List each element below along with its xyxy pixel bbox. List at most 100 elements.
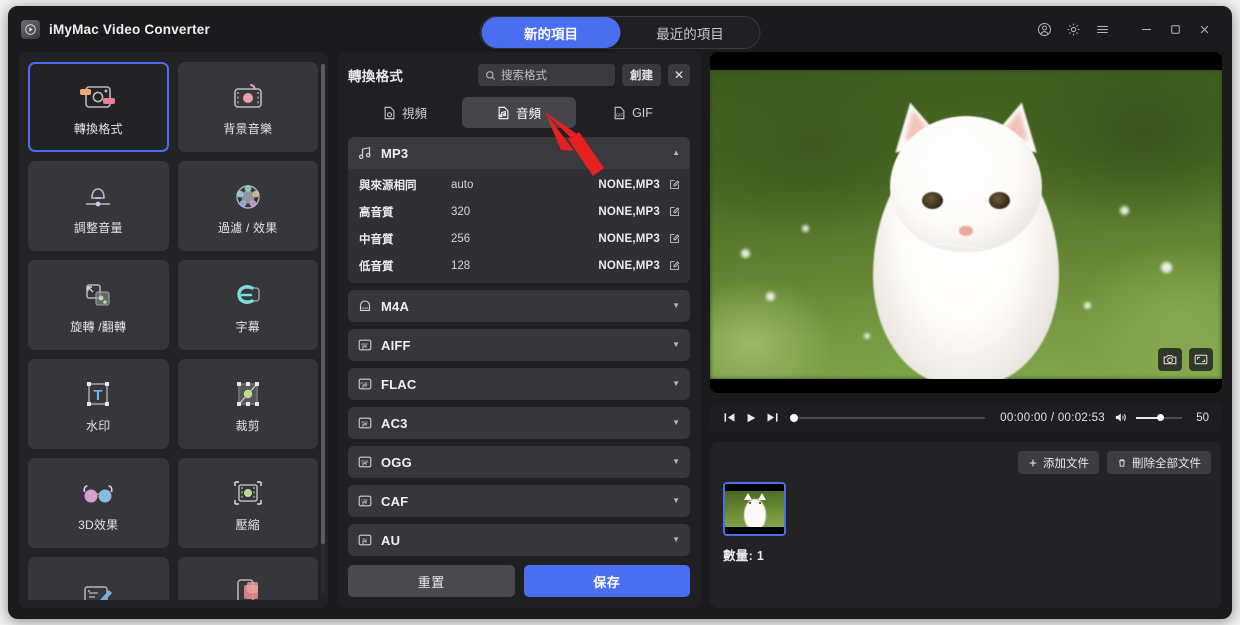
format-name: MP3 — [381, 145, 409, 161]
convert-format-icon — [78, 77, 118, 113]
format-header-ac3[interactable]: AC3 AC3 ▼ — [348, 407, 690, 439]
thumbnail-cat — [743, 499, 766, 527]
sidebar-item-label: 3D效果 — [78, 518, 119, 532]
maximize-icon[interactable] — [1162, 16, 1189, 43]
sidebar-item-label: 壓縮 — [235, 518, 260, 532]
menu-icon[interactable] — [1089, 16, 1116, 43]
sidebar-item-3d-effect[interactable]: 3D效果 — [28, 458, 169, 548]
quality-label: 中音質 — [359, 233, 394, 246]
codec-value: NONE,MP3 — [598, 178, 660, 191]
edit-icon[interactable] — [660, 260, 680, 271]
account-icon[interactable] — [1031, 16, 1058, 43]
tab-gif[interactable]: GIF GIF — [576, 97, 690, 128]
chevron-down-icon[interactable]: ▼ — [672, 536, 680, 544]
format-row[interactable]: 高音質 320 NONE,MP3 — [348, 198, 690, 225]
volume-icon[interactable] — [1114, 411, 1127, 424]
tab-recent-project[interactable]: 最近的項目 — [621, 17, 760, 48]
format-row[interactable]: 中音質 256 NONE,MP3 — [348, 225, 690, 252]
sidebar-item-watermark[interactable]: T 水印 — [28, 359, 169, 449]
svg-text:M4A: M4A — [362, 306, 370, 310]
chevron-down-icon[interactable]: ▼ — [672, 302, 680, 310]
edit-icon[interactable] — [660, 206, 680, 217]
chevron-down-icon[interactable]: ▼ — [672, 341, 680, 349]
close-format-panel-button[interactable]: ✕ — [668, 64, 690, 86]
m4a-file-icon: M4A — [357, 298, 373, 314]
sidebar-item-background-music[interactable]: 背景音樂 — [177, 62, 318, 152]
codec-value: NONE,MP3 — [598, 205, 660, 218]
svg-text:T: T — [94, 387, 103, 404]
chevron-down-icon[interactable]: ▼ — [672, 419, 680, 427]
minimize-icon[interactable] — [1133, 16, 1160, 43]
format-header-au[interactable]: AU AU ▼ — [348, 524, 690, 556]
files-panel: 添加文件 刪除全部文件 數量: 1 — [710, 442, 1222, 608]
close-icon[interactable] — [1191, 16, 1218, 43]
format-header-caf[interactable]: CAF CAF ▼ — [348, 485, 690, 517]
tab-audio[interactable]: 音頻 — [462, 97, 576, 128]
sidebar-item-adjust-volume[interactable]: 調整音量 — [28, 161, 169, 251]
gear-icon[interactable] — [1060, 16, 1087, 43]
sidebar-item-subtitle[interactable]: 字幕 — [177, 260, 318, 350]
title-bar: iMyMac Video Converter 新的項目 最近的項目 — [8, 6, 1232, 52]
edit-icon[interactable] — [660, 179, 680, 190]
previous-icon[interactable] — [723, 411, 736, 424]
sidebar-item-screenshot[interactable]: 截屏 — [177, 557, 318, 600]
volume-knob[interactable] — [1157, 414, 1165, 421]
camera-icon[interactable] — [1158, 348, 1182, 371]
create-format-button[interactable]: 創建 — [622, 64, 661, 86]
sidebar-item-crop[interactable]: 裁剪 — [177, 359, 318, 449]
application-window: iMyMac Video Converter 新的項目 最近的項目 轉換格式 背… — [8, 6, 1232, 619]
files-actions: 添加文件 刪除全部文件 — [723, 451, 1211, 474]
bitrate-value: 256 — [451, 232, 471, 245]
fullscreen-icon[interactable] — [1189, 348, 1213, 371]
save-button[interactable]: 保存 — [523, 565, 690, 597]
crop-icon — [231, 374, 265, 410]
sidebar-scrollbar-thumb[interactable] — [321, 64, 325, 544]
tab-video[interactable]: 視頻 — [348, 97, 462, 128]
format-row[interactable]: 低音質 128 NONE,MP3 — [348, 252, 690, 279]
volume-slider[interactable] — [1136, 411, 1182, 424]
time-display: 00:00:00 / 00:02:53 — [1000, 411, 1105, 424]
reset-button[interactable]: 重置 — [348, 565, 515, 597]
format-rows-mp3: 與來源相同 auto NONE,MP3 高音質 320 NONE,MP3 中音質… — [348, 169, 690, 283]
sidebar-item-id3[interactable]: ID3 — [28, 557, 169, 600]
sidebar-item-filter-effects[interactable]: 過濾 / 效果 — [177, 161, 318, 251]
volume-value: 50 — [1196, 411, 1209, 424]
format-header-flac[interactable]: FLAC FLAC ▼ — [348, 368, 690, 400]
app-title: iMyMac Video Converter — [49, 21, 210, 37]
background-music-icon — [231, 77, 265, 113]
music-note-icon — [357, 145, 373, 161]
search-input[interactable]: 搜索格式 — [501, 67, 547, 83]
playback-progress-slider[interactable] — [790, 411, 986, 424]
format-card-flac: FLAC FLAC ▼ — [348, 368, 690, 400]
chevron-up-icon[interactable]: ▲ — [672, 149, 680, 157]
sidebar-item-rotate-flip[interactable]: 旋轉 /翻轉 — [28, 260, 169, 350]
next-icon[interactable] — [766, 411, 779, 424]
format-header-mp3[interactable]: MP3 ▲ — [348, 137, 690, 169]
sidebar-item-convert-format[interactable]: 轉換格式 — [28, 62, 169, 152]
sidebar-item-label: 背景音樂 — [223, 122, 273, 136]
format-row[interactable]: 與來源相同 auto NONE,MP3 — [348, 171, 690, 198]
format-header-aiff[interactable]: AIFF AIFF ▼ — [348, 329, 690, 361]
chevron-down-icon[interactable]: ▼ — [672, 458, 680, 466]
play-icon[interactable] — [745, 412, 757, 424]
progress-knob[interactable] — [790, 413, 798, 422]
sidebar-scrollbar[interactable] — [321, 64, 325, 594]
format-header-ogg[interactable]: OGG OGG ▼ — [348, 446, 690, 478]
sidebar-item-compress[interactable]: 壓縮 — [177, 458, 318, 548]
chevron-down-icon[interactable]: ▼ — [672, 497, 680, 505]
bitrate-value: 320 — [451, 205, 471, 218]
search-format-box[interactable]: 搜索格式 — [478, 64, 615, 86]
subtitle-icon — [230, 275, 266, 311]
screenshot-icon — [231, 572, 265, 600]
watermark-icon: T — [81, 374, 115, 410]
format-header-m4a[interactable]: M4A M4A ▼ — [348, 290, 690, 322]
quality-label: 與來源相同 — [359, 179, 417, 192]
list-item[interactable] — [723, 482, 786, 536]
add-file-button[interactable]: 添加文件 — [1018, 451, 1099, 474]
tab-audio-label: 音頻 — [515, 107, 541, 121]
edit-icon[interactable] — [660, 233, 680, 244]
chevron-down-icon[interactable]: ▼ — [672, 380, 680, 388]
video-preview[interactable] — [710, 52, 1222, 393]
tab-new-project[interactable]: 新的項目 — [481, 17, 621, 48]
delete-all-files-button[interactable]: 刪除全部文件 — [1107, 451, 1211, 474]
